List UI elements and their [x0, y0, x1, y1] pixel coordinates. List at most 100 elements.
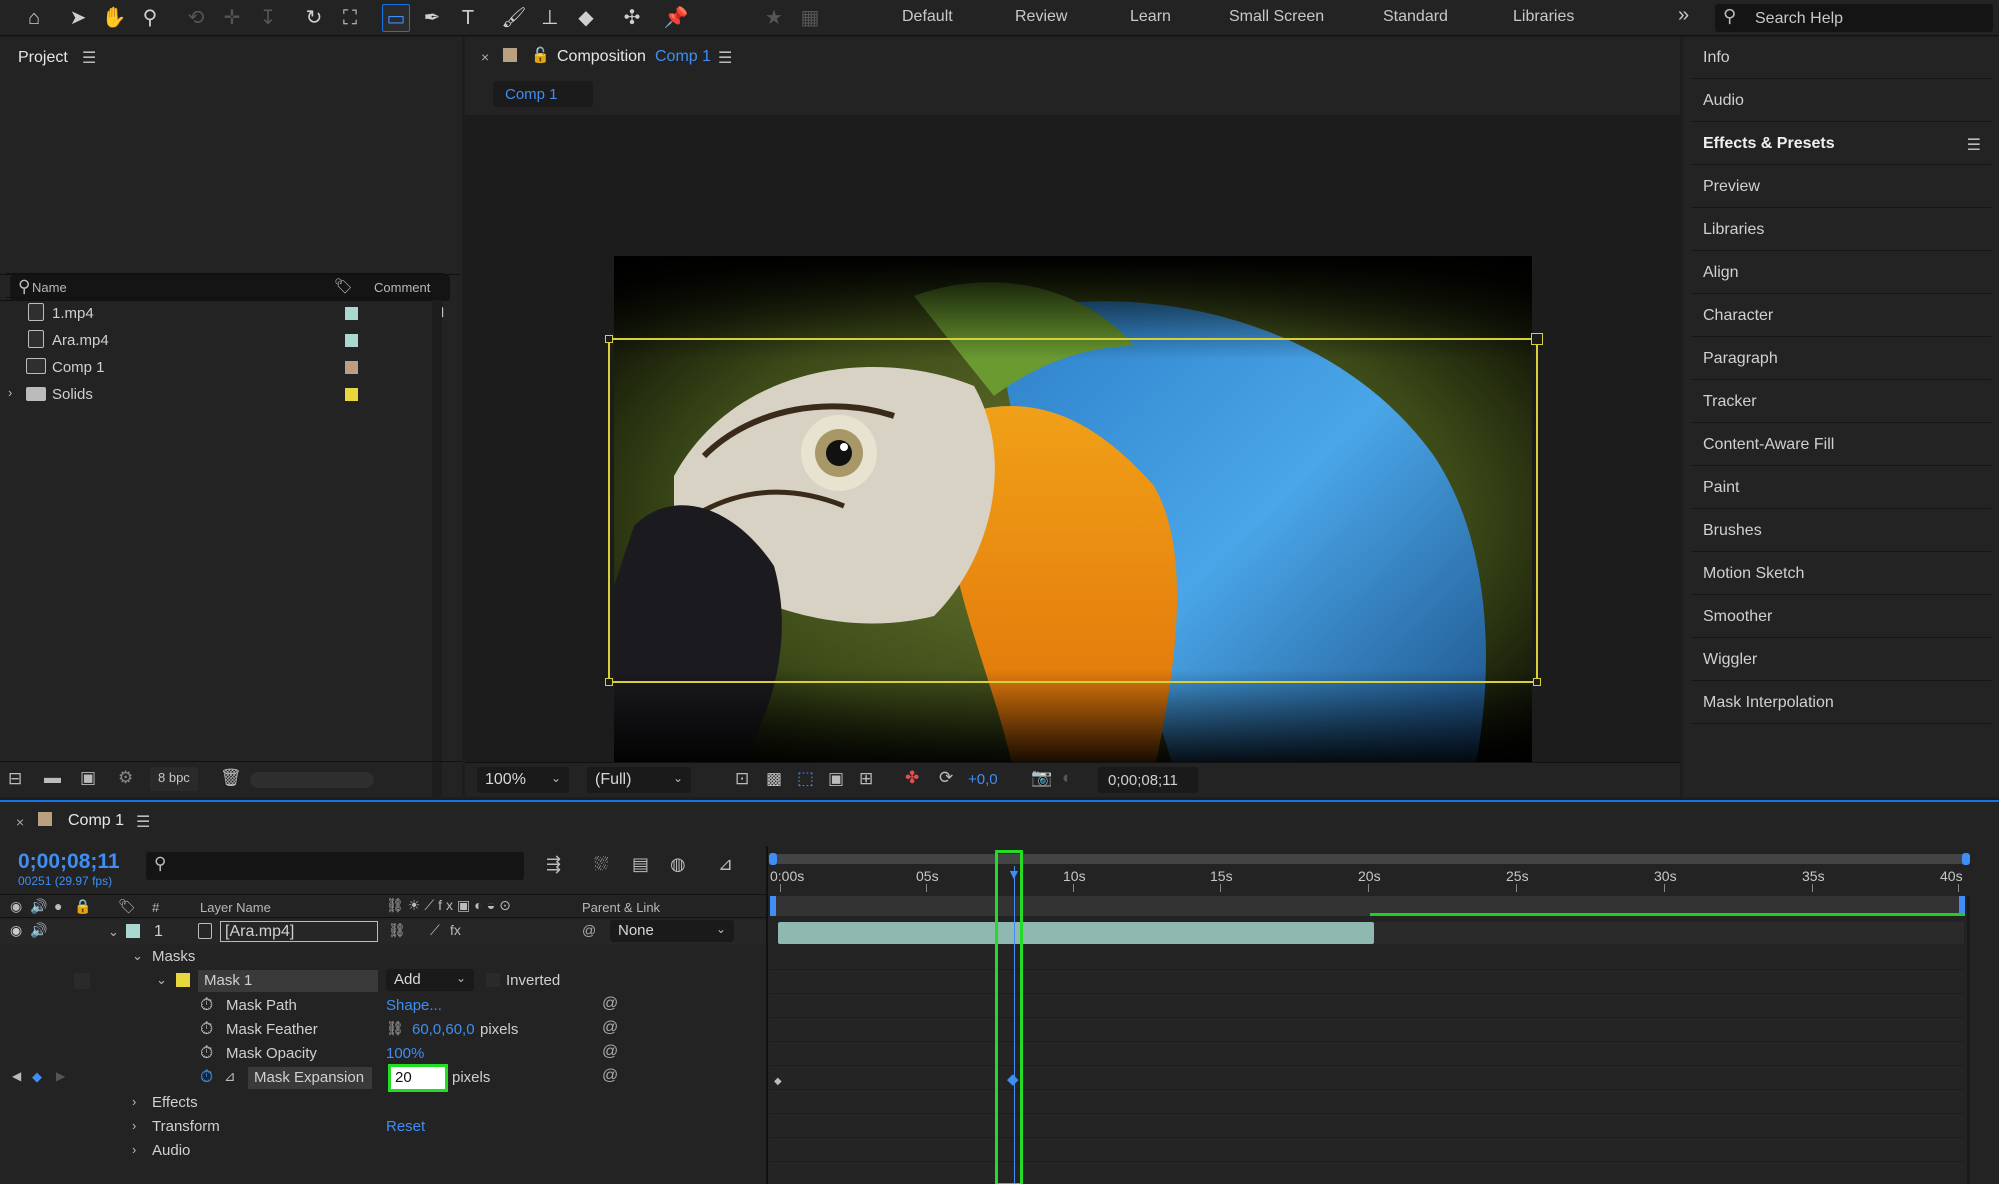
label-tag-icon[interactable]: 🏷	[118, 898, 136, 915]
label-tag-icon[interactable]: 🏷	[334, 277, 353, 295]
new-composition-icon[interactable]: ▣	[80, 768, 96, 788]
rotation-tool-icon[interactable]: ↻	[300, 4, 328, 32]
chevron-right-icon[interactable]: ›	[132, 1142, 136, 1157]
panel-audio[interactable]: Audio	[1691, 80, 1991, 122]
thumbnail-size-slider[interactable]	[250, 772, 374, 788]
pan-camera-icon[interactable]: ✛	[218, 4, 246, 32]
graph-editor-icon[interactable]: ⊿	[718, 854, 733, 875]
effects-presets-menu-icon[interactable]: ☰	[1967, 135, 1981, 155]
grid-guides-icon[interactable]: ⊞	[859, 769, 873, 789]
panel-smoother[interactable]: Smoother	[1691, 596, 1991, 638]
mask-opacity-row[interactable]: ⏱ Mask Opacity 100% @	[0, 1042, 768, 1066]
chevron-down-icon[interactable]: ⌄	[132, 948, 143, 964]
workspace-standard[interactable]: Standard	[1383, 8, 1448, 26]
snapping-icon[interactable]: ▦	[796, 4, 824, 32]
chevron-down-icon[interactable]: ⌄	[108, 924, 119, 940]
brush-tool-icon[interactable]: 🖌	[500, 4, 528, 32]
mask-lock-box[interactable]	[74, 973, 90, 989]
fast-previews-icon[interactable]: ⊡	[735, 769, 749, 789]
composition-tab-title[interactable]: Composition	[557, 48, 646, 66]
workspace-learn[interactable]: Learn	[1130, 8, 1171, 26]
timeline-tab-title[interactable]: Comp 1	[68, 812, 124, 830]
navigator-end-handle[interactable]	[1962, 853, 1970, 865]
solo-switch-icon[interactable]: ●	[54, 898, 62, 914]
reset-exposure-icon[interactable]: ⟳	[939, 768, 953, 788]
time-ruler[interactable]: 0:00s 05s 10s 15s 20s 25s 30s 35s 40s	[770, 866, 1965, 894]
comp-subtab[interactable]: Comp 1	[493, 81, 593, 107]
panel-tracker[interactable]: Tracker	[1691, 381, 1991, 423]
chevron-right-icon[interactable]: ›	[132, 1094, 136, 1109]
lock-switch-icon[interactable]: 🔒	[74, 898, 91, 915]
panel-content-aware-fill[interactable]: Content-Aware Fill	[1691, 424, 1991, 466]
color-channels-icon[interactable]: ✤	[905, 768, 919, 788]
mask-visibility-icon[interactable]: ⬚	[797, 768, 814, 789]
puppet-pin-tool-icon[interactable]: 📌	[662, 4, 690, 32]
mask-1-outline[interactable]	[605, 333, 1543, 686]
panel-brushes[interactable]: Brushes	[1691, 510, 1991, 552]
time-navigator-bar[interactable]	[769, 853, 1970, 865]
effect-switch-icon[interactable]: fx	[450, 922, 461, 938]
inverted-checkbox[interactable]	[486, 973, 500, 987]
eye-icon[interactable]: ◉	[10, 922, 22, 939]
panel-libraries[interactable]: Libraries	[1691, 209, 1991, 251]
mask-path-value[interactable]: Shape...	[386, 997, 442, 1014]
hand-tool-icon[interactable]: ✋	[100, 4, 128, 32]
star-icon[interactable]: ★	[760, 4, 788, 32]
name-column-header[interactable]: Name	[32, 280, 67, 295]
panel-align[interactable]: Align	[1691, 252, 1991, 294]
audio-group-row[interactable]: › Audio	[0, 1139, 768, 1163]
masks-group-row[interactable]: ⌄ Masks	[0, 945, 768, 969]
composition-viewer[interactable]	[465, 115, 1680, 795]
label-color-swatch[interactable]	[345, 307, 358, 320]
show-snapshot-icon[interactable]: ◐	[1062, 768, 1072, 788]
exposure-value[interactable]: +0,0	[968, 771, 998, 788]
mask-expansion-input[interactable]: 20	[388, 1064, 448, 1092]
lock-icon[interactable]: 🔓	[531, 46, 550, 64]
project-item-aramp4[interactable]: Ara.mp4	[0, 327, 440, 354]
eraser-tool-icon[interactable]: ◆	[572, 4, 600, 32]
layer-name-column-header[interactable]: Layer Name	[200, 900, 271, 915]
draft-3d-icon[interactable]: ⛆	[594, 854, 608, 875]
constrain-proportions-icon[interactable]: ⛓	[386, 1020, 404, 1037]
graph-icon[interactable]: ⊿	[224, 1068, 236, 1085]
snapshot-camera-icon[interactable]: 📷	[1031, 768, 1052, 788]
clone-stamp-tool-icon[interactable]: ⊥	[536, 4, 564, 32]
panel-mask-interpolation[interactable]: Mask Interpolation	[1691, 682, 1991, 724]
pickwhip-icon[interactable]: @	[602, 1067, 618, 1085]
workspace-small-screen[interactable]: Small Screen	[1229, 8, 1324, 26]
workspace-libraries[interactable]: Libraries	[1513, 8, 1574, 26]
label-color-swatch[interactable]	[345, 334, 358, 347]
previous-keyframe-icon[interactable]: ◀	[12, 1069, 21, 1083]
panel-preview[interactable]: Preview	[1691, 166, 1991, 208]
chevron-right-icon[interactable]: ›	[8, 385, 12, 400]
composition-tab-comp-name[interactable]: Comp 1	[655, 48, 711, 66]
comp-current-time[interactable]: 0;00;08;11	[1098, 767, 1198, 793]
parent-dropdown[interactable]: None ⌄	[610, 920, 734, 942]
chevron-right-icon[interactable]: ›	[132, 1118, 136, 1133]
zoom-dropdown[interactable]: 100% ⌄	[477, 767, 569, 793]
timeline-panel-menu-icon[interactable]: ☰	[136, 812, 150, 832]
stopwatch-icon[interactable]: ⏱	[200, 1043, 213, 1063]
region-of-interest-icon[interactable]: ▣	[828, 769, 844, 789]
mask-path-row[interactable]: ⏱ Mask Path Shape... @	[0, 994, 768, 1018]
timeline-tracks[interactable]: 0:00s 05s 10s 15s 20s 25s 30s 35s 40s ◆ …	[769, 850, 1970, 1184]
close-icon[interactable]: ×	[481, 49, 489, 65]
stopwatch-active-icon[interactable]: ⏱	[200, 1067, 213, 1087]
pickwhip-icon[interactable]: @	[602, 1019, 618, 1037]
stopwatch-icon[interactable]: ⏱	[200, 1019, 213, 1039]
search-help-field[interactable]: ⚲ Search Help	[1715, 4, 1993, 32]
dolly-camera-icon[interactable]: ↧	[254, 4, 282, 32]
shy-switch-icon[interactable]: ⛓	[388, 922, 406, 939]
layer-duration-bar[interactable]	[778, 922, 1374, 944]
mask-opacity-value[interactable]: 100%	[386, 1045, 424, 1062]
interpret-footage-icon[interactable]: ⊟	[8, 769, 22, 789]
keyframe-start-icon[interactable]: ◆	[774, 1076, 782, 1087]
layer-name-field[interactable]: [Ara.mp4]	[220, 921, 378, 942]
mask-vertex-handle[interactable]	[605, 335, 613, 343]
zoom-tool-icon[interactable]: ⚲	[136, 4, 164, 32]
navigator-start-handle[interactable]	[769, 853, 777, 865]
mask-1-row[interactable]: ⌄ Mask 1 Add ⌄ Inverted	[0, 969, 768, 993]
roto-brush-tool-icon[interactable]: ✣	[618, 4, 646, 32]
work-area-bar[interactable]	[770, 896, 1965, 916]
layer-label-swatch[interactable]	[126, 924, 140, 938]
